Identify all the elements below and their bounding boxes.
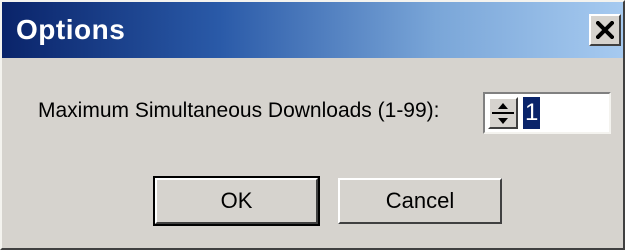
close-x-icon [596, 21, 614, 39]
max-downloads-label: Maximum Simultaneous Downloads (1-99): [38, 99, 440, 122]
spinner-buttons [488, 97, 518, 129]
max-downloads-spinner[interactable]: 1 [483, 92, 611, 134]
options-dialog: Options Maximum Simultaneous Downloads (… [0, 0, 625, 250]
title-bar[interactable]: Options [2, 2, 623, 58]
max-downloads-value[interactable]: 1 [523, 97, 541, 129]
cancel-button[interactable]: Cancel [338, 178, 502, 224]
dialog-title: Options [16, 14, 126, 45]
spin-up-button[interactable] [490, 99, 516, 112]
ok-button[interactable]: OK [153, 176, 320, 226]
spin-down-arrow-icon [497, 112, 509, 130]
close-button[interactable] [589, 14, 621, 46]
spin-down-button[interactable] [490, 114, 516, 127]
